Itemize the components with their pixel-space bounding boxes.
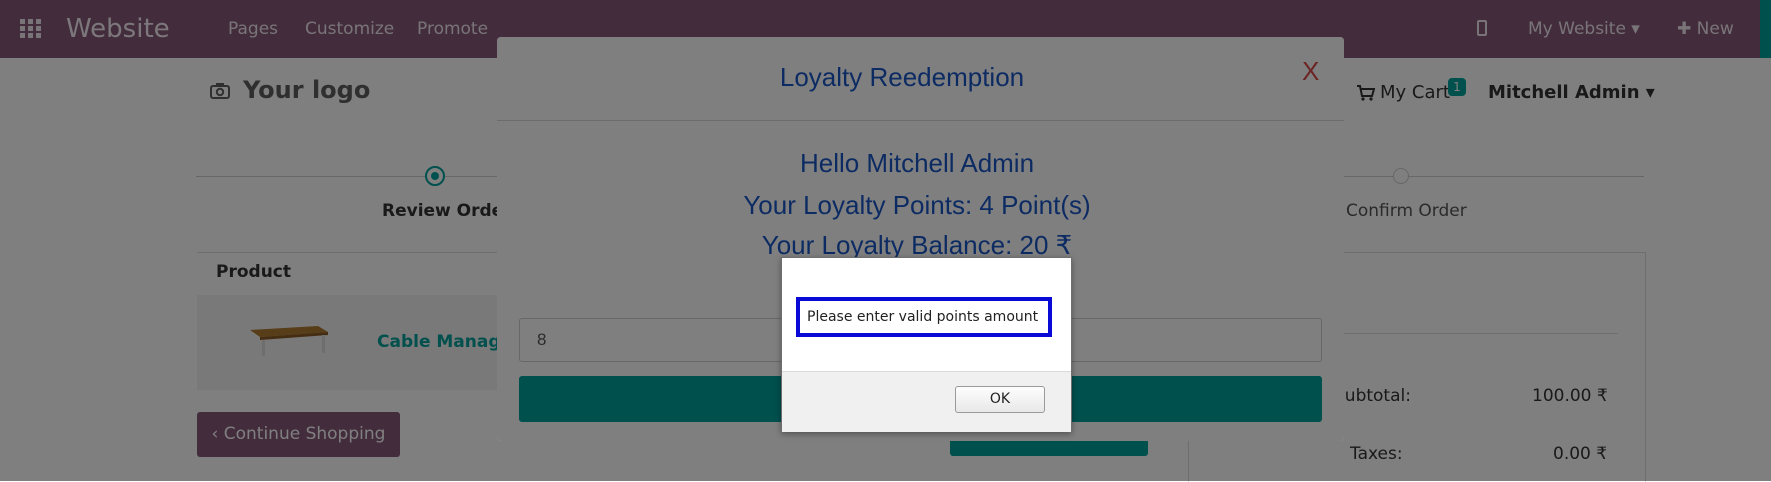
alert-ok-button[interactable]: OK <box>955 386 1045 413</box>
alert-message: Please enter valid points amount <box>796 297 1052 337</box>
